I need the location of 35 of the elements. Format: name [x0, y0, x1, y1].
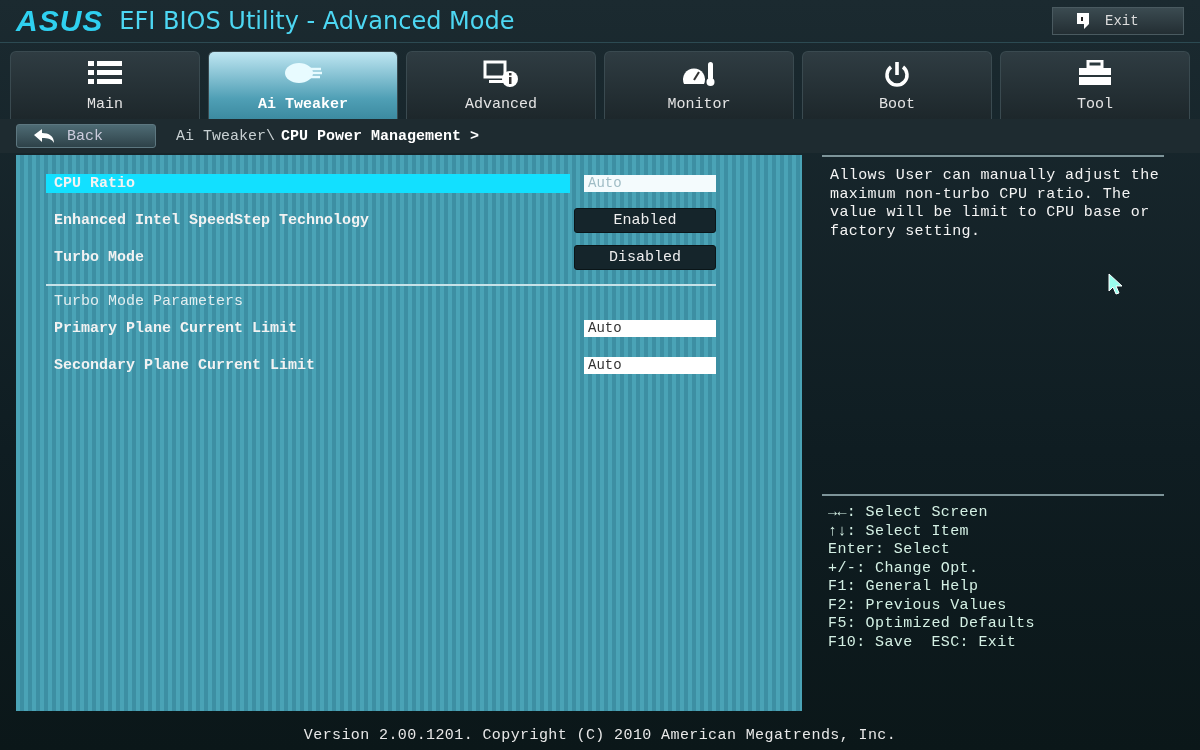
- tab[interactable]: Tool: [1000, 51, 1190, 119]
- cloud-icon: [283, 60, 323, 86]
- key-hint: ↑↓: Select Item: [827, 522, 971, 541]
- power-icon: [882, 60, 912, 90]
- value-field[interactable]: Auto: [584, 320, 716, 337]
- tab[interactable]: Main: [10, 51, 200, 119]
- back-button[interactable]: Back: [16, 124, 156, 148]
- option-button[interactable]: Enabled: [574, 208, 716, 233]
- section-heading: Turbo Mode Parameters: [53, 293, 245, 310]
- key-hint: Enter: Select: [827, 541, 952, 560]
- logo: ASUS: [16, 4, 104, 38]
- mouse-cursor-icon: [1108, 273, 1124, 295]
- key-hint: F1: General Help: [827, 578, 980, 597]
- toolbox-icon: [1077, 60, 1113, 86]
- key-hint: F10: Save ESC: Exit: [827, 633, 1018, 652]
- list-icon: [88, 60, 122, 86]
- back-arrow-icon: [33, 128, 55, 144]
- tab[interactable]: Boot: [802, 51, 992, 119]
- breadcrumb-current: CPU Power Management >: [281, 127, 480, 145]
- copyright-text: Version 2.00.1201. Copyright (C) 2010 American Megatrends, Inc.: [302, 726, 898, 746]
- gauge-thermometer-icon: [681, 60, 717, 88]
- exit-button[interactable]: Exit: [1052, 7, 1184, 35]
- window-title: EFI BIOS Utility - Advanced Mode: [119, 7, 515, 35]
- breadcrumb-path: Ai Tweaker\: [176, 127, 276, 145]
- tab[interactable]: Advanced: [406, 51, 596, 119]
- door-icon: [1075, 12, 1091, 30]
- help-text: Allows User can manually adjust the maximum non-turbo CPU ratio. The value will be limit to CPU base or factory setting.: [830, 167, 1161, 241]
- option-button[interactable]: Disabled: [574, 245, 716, 270]
- monitor-info-icon: [483, 60, 519, 88]
- key-hint: +/-: Change Opt.: [827, 559, 980, 578]
- value-field[interactable]: Auto: [584, 357, 716, 374]
- tab[interactable]: Monitor: [604, 51, 794, 119]
- key-hint: →←: Select Screen: [827, 504, 989, 523]
- key-hint: F2: Previous Values: [827, 596, 1008, 615]
- key-hint: F5: Optimized Defaults: [827, 615, 1036, 634]
